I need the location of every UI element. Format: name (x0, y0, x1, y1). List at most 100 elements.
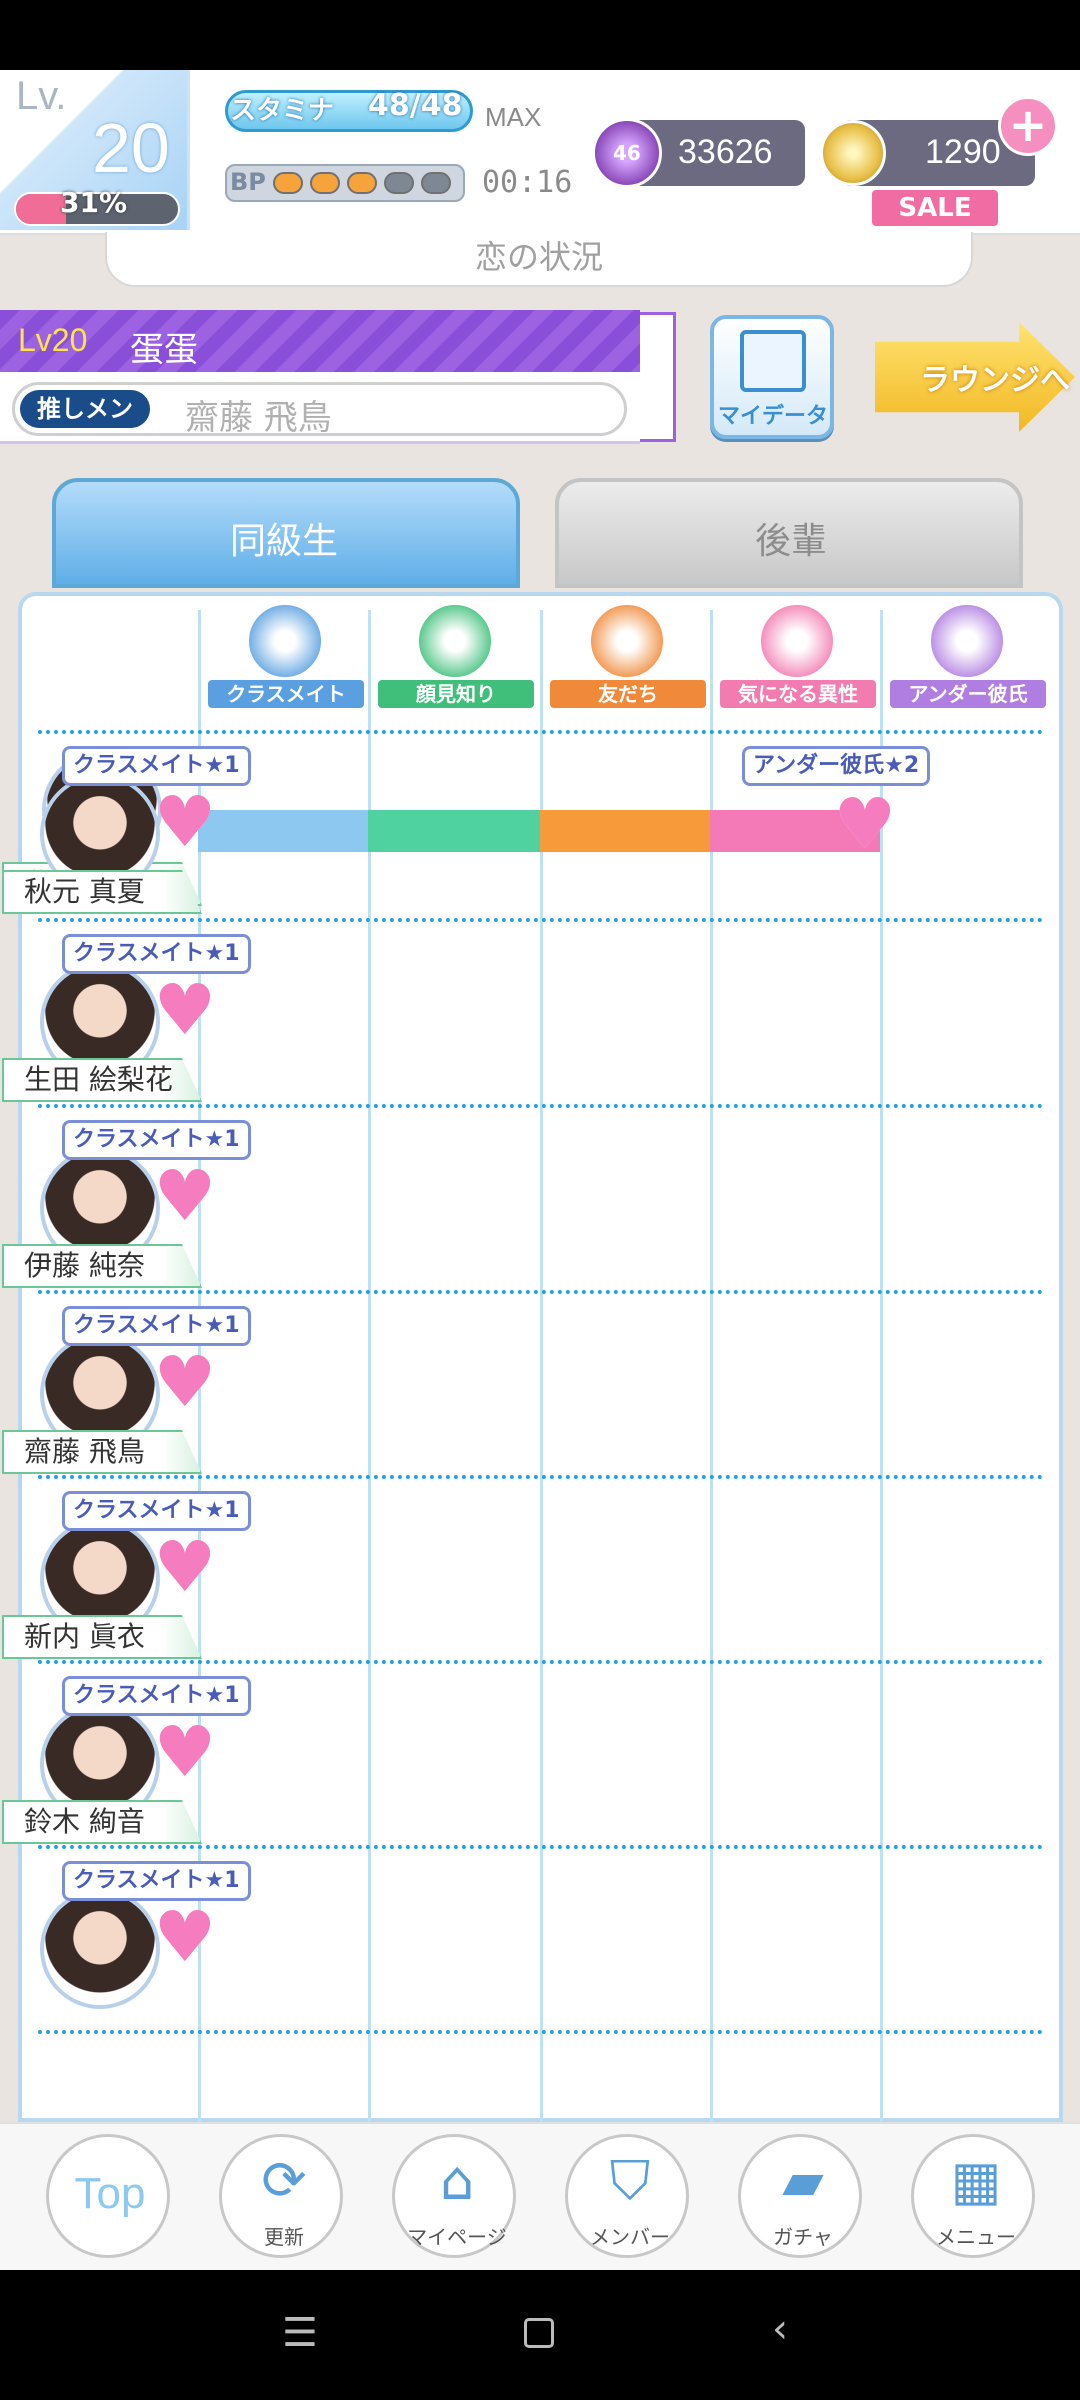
bp-dot-empty (421, 172, 451, 194)
member-name: 秋元 真夏 (2, 870, 202, 914)
member-name: 生田 絵梨花 (2, 1058, 202, 1102)
grid-row-divider (38, 918, 1043, 922)
document-icon (740, 330, 806, 392)
home-square-icon[interactable] (524, 2318, 554, 2348)
member-avatar[interactable] (40, 1889, 160, 2009)
bp-dot-filled (310, 172, 340, 194)
progress-segment (198, 810, 368, 852)
grid-row-divider (38, 1660, 1043, 1664)
bp-dot-filled (273, 172, 303, 194)
stage-header-1: 顔見知り (376, 598, 536, 708)
stage-figure-icon (758, 602, 836, 680)
member-name: 齋藤 飛鳥 (2, 1430, 202, 1474)
grid-row-divider (38, 1845, 1043, 1849)
grid-row-divider (38, 1104, 1043, 1108)
stage-badge: クラスメイト★1 (62, 746, 251, 786)
member-shield-icon: ⛉ (609, 2149, 651, 2212)
bp-label: BP (230, 168, 266, 196)
affection-heart-icon: ♥ (153, 1896, 217, 1978)
stage-badge: クラスメイト★1 (62, 1306, 251, 1346)
stage-badge: アンダー彼氏★2 (742, 746, 931, 786)
stage-badge: クラスメイト★1 (62, 1120, 251, 1160)
stage-header-4: アンダー彼氏 (888, 598, 1048, 708)
stage-header-3: 気になる異性 (718, 598, 878, 708)
bp-dot-empty (384, 172, 414, 194)
tab-classmates-label: 同級生 (230, 521, 339, 562)
affection-heart-icon: ♥ (153, 1526, 217, 1608)
affection-heart-icon: ♥ (153, 969, 217, 1051)
nav-gacha-card-button[interactable]: ガチャ ▰ (738, 2134, 862, 2258)
bp-dot-filled (347, 172, 377, 194)
profile-name: 蛋蛋 (130, 330, 198, 370)
progress-segment (368, 810, 540, 852)
stage-label: アンダー彼氏 (890, 680, 1046, 708)
nav-home-button[interactable]: マイページ ⌂ (392, 2134, 516, 2258)
grid-row-divider (38, 2030, 1043, 2034)
member-name: 新内 眞衣 (2, 1615, 202, 1659)
nav-menu-grid-button[interactable]: メニュー ▦ (911, 2134, 1035, 2258)
home-icon: ⌂ (439, 2149, 475, 2212)
sale-button[interactable]: SALE (870, 188, 1000, 228)
stage-label: 友だち (550, 680, 706, 708)
status-bar (0, 0, 1080, 70)
grid-row-divider (38, 1475, 1043, 1479)
affection-heart-icon: ♥ (153, 1711, 217, 1793)
stamina-value: 48/48 (368, 88, 463, 123)
back-icon[interactable]: ‹ (772, 2306, 788, 2352)
nav-label: ガチャ (773, 2225, 833, 2249)
add-currency-button[interactable]: + (998, 96, 1058, 156)
stage-figure-icon (928, 602, 1006, 680)
nav-refresh-button[interactable]: 更新 ⟳ (219, 2134, 343, 2258)
stage-header-0: クラスメイト (206, 598, 366, 708)
stage-figure-icon (246, 602, 324, 680)
tab-juniors-label: 後輩 (755, 521, 828, 562)
nav-label: メニュー (936, 2225, 1016, 2249)
stage-badge: クラスメイト★1 (62, 934, 251, 974)
gem-icon-text: 46 (613, 141, 641, 165)
stage-badge: クラスメイト★1 (62, 1491, 251, 1531)
profile-level: Lv20 (18, 322, 88, 358)
coin-count: 1290 (925, 133, 1001, 171)
level-number: 20 (92, 109, 170, 187)
menu-grid-icon: ▦ (950, 2149, 1002, 2212)
lounge-label: ラウンジへ (920, 363, 1070, 398)
gem-count: 33626 (678, 133, 773, 171)
refresh-icon: ⟳ (261, 2149, 307, 2212)
menu-icon[interactable]: ☰ (282, 2310, 318, 2356)
stage-label: クラスメイト (208, 680, 364, 708)
section-title: 恋の状況 (105, 232, 973, 287)
oshi-name: 齋藤 飛鳥 (185, 398, 332, 438)
affection-heart-icon: ♥ (153, 781, 217, 863)
stage-badge: クラスメイト★1 (62, 1861, 251, 1901)
nav-top-button[interactable]: Top (46, 2134, 170, 2258)
profile-banner (0, 310, 640, 372)
level-label: Lv. (16, 74, 67, 118)
stamina-label: スタミナ (230, 96, 335, 126)
gem-icon: 46 (592, 118, 662, 188)
grid-row-divider (38, 730, 1043, 734)
stage-figure-icon (416, 602, 494, 680)
affection-heart-icon: ♥ (153, 1155, 217, 1237)
affection-heart-icon: ♥ (153, 1341, 217, 1423)
stage-label: 顔見知り (378, 680, 534, 708)
nav-label: メンバー (590, 2225, 670, 2249)
stage-figure-icon (588, 602, 666, 680)
member-name: 鈴木 絢音 (2, 1800, 202, 1844)
stamina-max: MAX (485, 102, 542, 132)
progress-segment (540, 810, 710, 852)
member-name: 伊藤 純奈 (2, 1244, 202, 1288)
nav-member-shield-button[interactable]: メンバー ⛉ (565, 2134, 689, 2258)
stage-header-2: 友だち (548, 598, 708, 708)
stage-label: 気になる異性 (720, 680, 876, 708)
mydata-label: マイデータ (718, 404, 829, 429)
top-icon: Top (74, 2169, 146, 2218)
xp-percent: 31% (60, 186, 128, 219)
gacha-card-icon: ▰ (782, 2149, 824, 2212)
coin-icon (820, 120, 886, 186)
stage-badge: クラスメイト★1 (62, 1676, 251, 1716)
xp-fill (16, 194, 67, 224)
nav-label: 更新 (264, 2225, 304, 2249)
oshi-tag: 推しメン (20, 390, 150, 428)
affection-heart-icon: ♥ (833, 783, 897, 865)
grid-row-divider (38, 1290, 1043, 1294)
